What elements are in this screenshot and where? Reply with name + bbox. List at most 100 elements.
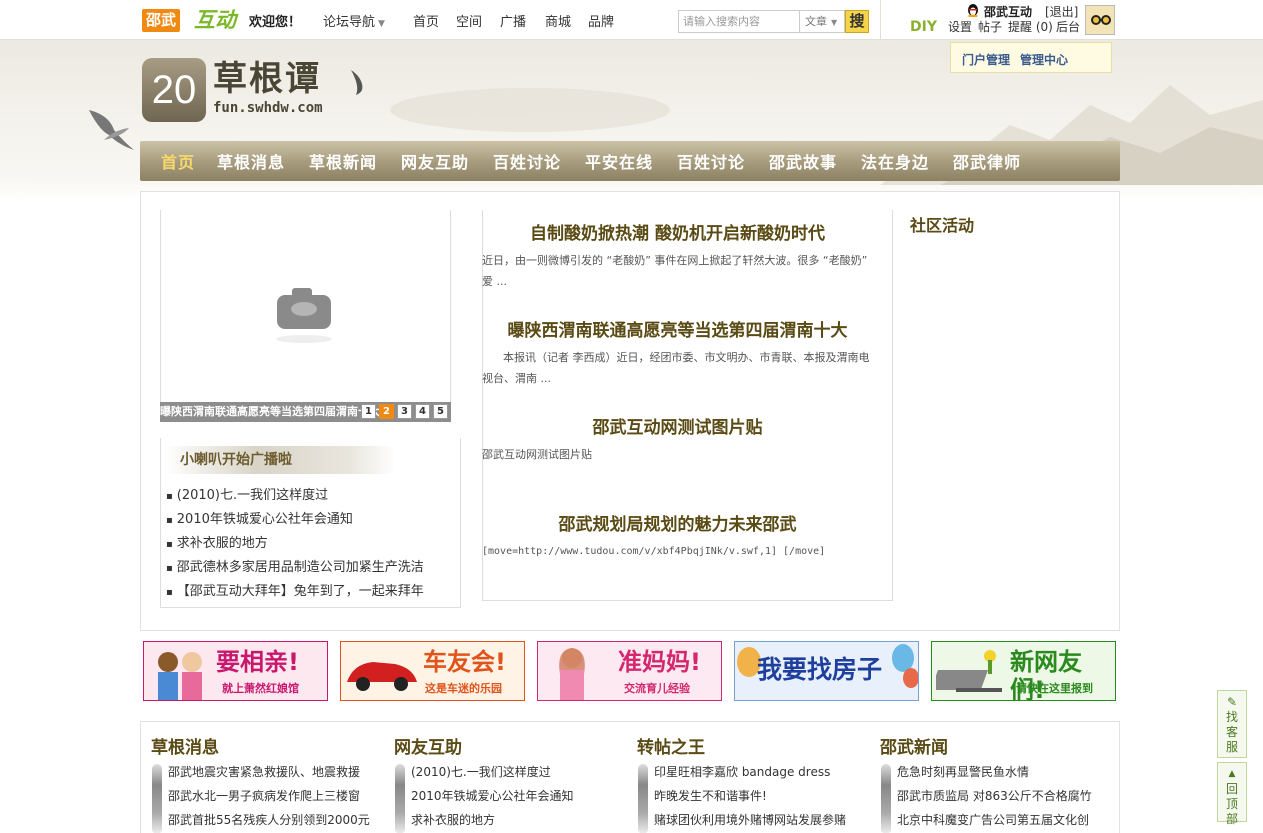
notify-link[interactable]: 提醒 (0) <box>1008 18 1053 35</box>
back-to-top-button[interactable]: ▲ 回顶部 <box>1217 762 1247 826</box>
article-summary: 本报讯（记者 李西成）近日，经团市委、市文明办、市青联、本报及渭南电视台、渭南 … <box>482 351 870 385</box>
search-type-select[interactable]: 文章 ▼ <box>800 10 845 33</box>
list-item[interactable]: 邵武水北一男子疯病发作爬上三楼窗 <box>168 787 360 804</box>
customer-service-label: 找客服 <box>1225 710 1238 754</box>
site-name[interactable]: 草根谭 <box>213 60 321 98</box>
search-input[interactable]: 请输入搜索内容 <box>678 10 800 33</box>
list-item[interactable]: 北京中科魔变广告公司第五届文化创 <box>897 811 1089 828</box>
column-title[interactable]: 网友互助 <box>394 733 462 758</box>
article-summary: 近日，由一则微博引发的 “老酸奶” 事件在网上掀起了轩然大波。很多 “老酸奶” … <box>482 254 868 288</box>
banner-car-club[interactable]: 车友会! 这是车迷的乐园 <box>340 641 525 701</box>
site-url: fun.swhdw.com <box>213 100 323 116</box>
nav-item-mutual-help[interactable]: 网友互助 <box>401 149 469 173</box>
laptop-illustration <box>936 650 1002 692</box>
list-item[interactable]: 求补衣服的地方 <box>166 532 268 551</box>
banner-subtitle: 这是车迷的乐园 <box>425 682 502 695</box>
banner-title: 车友会! <box>423 648 506 676</box>
banner-title: 我要找房子 <box>757 655 883 684</box>
list-item[interactable]: 昨晚发生不和谐事件! <box>654 787 767 804</box>
slider-page-4[interactable]: 4 <box>415 404 430 419</box>
nav-item-home[interactable]: 首页 <box>161 149 195 173</box>
banner-blind-date[interactable]: 要相亲! 就上萧然红娘馆 <box>143 641 328 701</box>
nav-item-shaowu-stories[interactable]: 邵武故事 <box>769 149 837 173</box>
nav-item-public-discussion[interactable]: 百姓讨论 <box>493 149 561 173</box>
caret-down-icon: ▼ <box>831 18 838 27</box>
koi-fish-icon <box>89 110 134 150</box>
column-title[interactable]: 邵武新闻 <box>880 733 948 758</box>
red-car-illustration <box>347 662 417 691</box>
top-link-home[interactable]: 首页 <box>413 11 439 30</box>
article-title[interactable]: 曝陕西渭南联通高愿亮等当选第四届渭南十大 <box>472 316 883 341</box>
diy-button[interactable]: DIY <box>910 19 937 35</box>
settings-link[interactable]: 设置 <box>948 18 972 35</box>
image-slider[interactable] <box>160 210 451 422</box>
list-item[interactable]: 赌球团伙利用境外赌博网站发展参赌 <box>654 811 846 828</box>
article-title[interactable]: 邵武互动网测试图片贴 <box>472 413 883 438</box>
list-item[interactable]: 邵武地震灾害紧急救援队、地震救援 <box>168 763 360 780</box>
mother-illustration <box>559 648 585 700</box>
article-title[interactable]: 自制酸奶掀热潮 酸奶机开启新酸奶时代 <box>472 219 883 244</box>
nav-item-safety-online[interactable]: 平安在线 <box>585 149 653 173</box>
column-title[interactable]: 草根消息 <box>151 733 219 758</box>
slider-page-5[interactable]: 5 <box>433 404 448 419</box>
list-item[interactable]: 【邵武互动大拜年】兔年到了，一起来拜年 <box>166 580 424 599</box>
ink-brush-decoration <box>638 764 648 833</box>
list-item[interactable]: 2010年铁城爱心公社年会通知 <box>411 787 574 804</box>
article-summary: [move=http://www.tudou.com/v/xbf4PbqjINk… <box>482 546 826 557</box>
list-item[interactable]: 邵武市质监局 对863公斤不合格腐竹 <box>897 787 1092 804</box>
top-link-broadcast[interactable]: 广播 <box>500 11 526 30</box>
banner-house[interactable]: 我要找房子 <box>734 641 919 701</box>
list-item[interactable]: 危急时刻再显警民鱼水情 <box>897 763 1029 780</box>
forum-nav-dropdown[interactable]: 论坛导航 ▼ <box>323 11 385 30</box>
article-title[interactable]: 邵武规划局规划的魅力未来邵武 <box>472 510 883 535</box>
brand-logo-part-b[interactable]: 互动 <box>194 6 236 34</box>
list-item[interactable]: (2010)七.一我们这样度过 <box>166 484 328 503</box>
top-link-mall[interactable]: 商城 <box>545 11 571 30</box>
service-icon: ✎ <box>1226 695 1238 709</box>
nav-item-grassroots-press[interactable]: 草根新闻 <box>309 149 377 173</box>
banner-new-members[interactable]: 新网友们! 请快在这里报到 <box>931 641 1116 701</box>
brand-logo-part-a[interactable]: 邵武 <box>142 9 181 32</box>
avatar[interactable] <box>1085 5 1115 35</box>
posts-link[interactable]: 帖子 <box>978 18 1002 35</box>
customer-service-button[interactable]: ✎ 找客服 <box>1217 690 1247 758</box>
arrow-up-icon: ▲ <box>1228 769 1236 779</box>
cloud-decoration <box>390 88 670 132</box>
fish-icon <box>351 70 363 95</box>
list-item[interactable]: (2010)七.一我们这样度过 <box>411 763 551 780</box>
slider-page-3[interactable]: 3 <box>397 404 412 419</box>
ink-brush-decoration <box>881 764 891 833</box>
list-item[interactable]: 2010年铁城爱心公社年会通知 <box>166 508 353 527</box>
nav-item-law[interactable]: 法在身边 <box>861 149 929 173</box>
banner-moms[interactable]: 准妈妈! 交流育儿经验 <box>537 641 722 701</box>
banner-subtitle: 请快在这里报到 <box>1016 682 1093 695</box>
site-badge: 20 <box>142 58 206 122</box>
slider-page-2[interactable]: 2 <box>379 404 394 419</box>
list-item[interactable]: 求补衣服的地方 <box>411 811 495 828</box>
ink-brush-decoration <box>152 764 162 833</box>
caret-down-icon: ▼ <box>378 19 385 29</box>
ink-brush-decoration <box>395 764 405 833</box>
slider-page-1[interactable]: 1 <box>361 404 376 419</box>
broadcast-title: 小喇叭开始广播啦 <box>164 446 396 474</box>
main-nav: 首页 草根消息 草根新闻 网友互助 百姓讨论 平安在线 百姓讨论 邵武故事 法在… <box>140 141 1120 181</box>
top-link-brand[interactable]: 品牌 <box>588 11 614 30</box>
nav-item-grassroots-news[interactable]: 草根消息 <box>217 149 285 173</box>
article-summary: 邵武互动网测试图片贴 <box>482 448 592 461</box>
forum-nav-label: 论坛导航 <box>323 15 376 30</box>
search-button[interactable]: 搜 <box>845 10 869 33</box>
list-item[interactable]: 邵武德林多家居用品制造公司加紧生产洗洁 <box>166 556 424 575</box>
top-link-space[interactable]: 空间 <box>456 11 482 30</box>
banner-subtitle: 就上萧然红娘馆 <box>222 682 299 695</box>
list-item[interactable]: 印星旺相李嘉欣 bandage dress <box>654 763 830 780</box>
back-to-top-label: 回顶部 <box>1225 782 1238 826</box>
banner-title: 准妈妈! <box>618 648 701 676</box>
couple-illustration <box>158 652 202 700</box>
backend-link[interactable]: 后台 <box>1056 18 1080 35</box>
column-title[interactable]: 转帖之王 <box>637 733 705 758</box>
welcome-text: 欢迎您！ <box>249 15 302 30</box>
list-item[interactable]: 邵武首批55名残疾人分别领到2000元 <box>168 811 370 828</box>
nav-item-public-discussion-2[interactable]: 百姓讨论 <box>677 149 745 173</box>
search-type-label: 文章 <box>805 15 827 28</box>
nav-item-lawyers[interactable]: 邵武律师 <box>953 149 1021 173</box>
